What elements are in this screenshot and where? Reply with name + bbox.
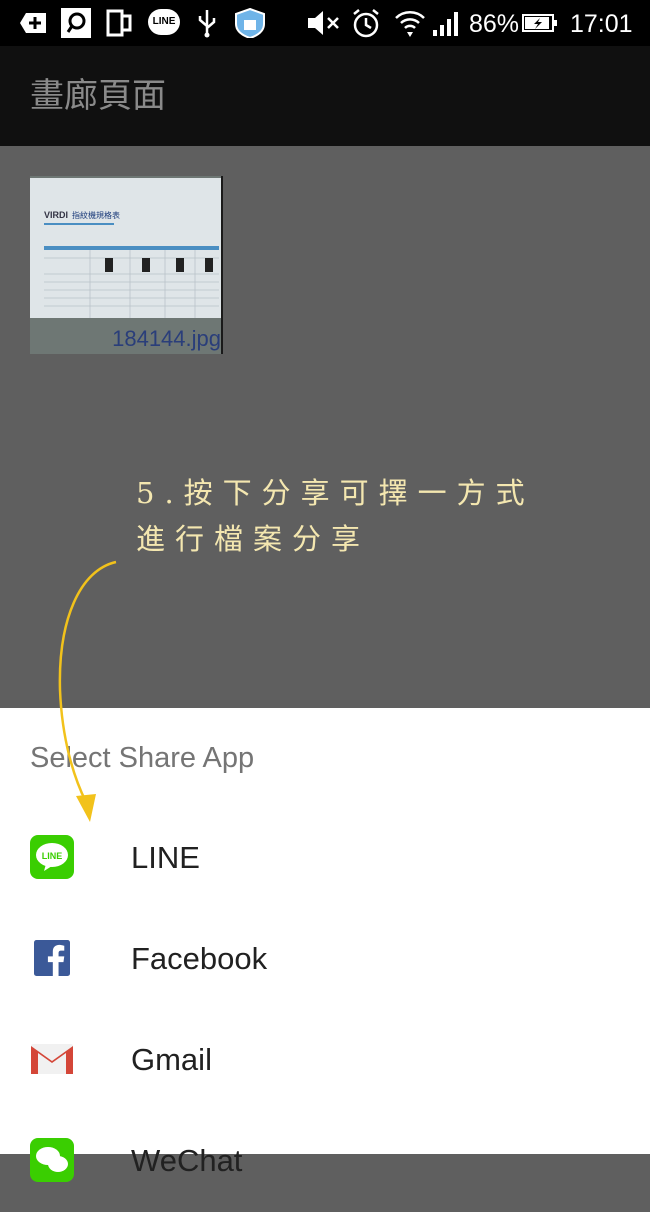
alarm-icon [353, 9, 379, 38]
share-option-wechat[interactable]: WeChat [0, 1112, 650, 1212]
share-option-line[interactable]: LINE LINE [0, 809, 650, 909]
clock: 17:01 [570, 10, 633, 38]
status-bar: LINE 86% 17:01 [0, 0, 650, 46]
line-badge-icon: LINE [148, 9, 180, 35]
thumbnail-image: VIRDI 指紋機規格表 [30, 178, 221, 318]
annotation-line-1: 5.按下分享可擇一方式 [136, 476, 535, 510]
wifi-icon [395, 11, 425, 37]
line-icon-text: LINE [42, 851, 63, 861]
thumbnail-filename: 184144.jpg [112, 326, 221, 351]
spec-sheet-preview: VIRDI 指紋機規格表 [30, 178, 221, 318]
share-option-gmail[interactable]: Gmail [0, 1011, 650, 1111]
gallery-thumbnail[interactable]: VIRDI 指紋機規格表 184144.jpg [30, 176, 223, 354]
battery-charging-icon [522, 14, 557, 32]
security-shield-icon [235, 8, 265, 38]
signal-icon [433, 12, 458, 36]
share-option-label: LINE [131, 840, 200, 875]
gmail-icon [31, 1044, 73, 1074]
page-title: 畫廊頁面 [30, 76, 166, 116]
mute-icon [308, 11, 339, 35]
search-app-icon [61, 8, 91, 38]
line-icon: LINE [30, 835, 74, 879]
tutorial-annotation: 5.按下分享可擇一方式 進行檔案分享 [136, 470, 616, 562]
thumbnail-edge [221, 176, 223, 354]
share-sheet: Select Share App LINE LINE Facebook Gmai… [0, 708, 650, 1182]
facebook-icon [34, 940, 70, 976]
annotation-line-2: 進行檔案分享 [136, 522, 371, 556]
share-option-label: WeChat [131, 1143, 243, 1178]
doc-brand: VIRDI [44, 210, 68, 220]
share-option-label: Facebook [131, 941, 268, 976]
action-bar: 畫廊頁面 [0, 46, 650, 146]
wechat-icon [30, 1138, 74, 1182]
add-notification-icon [20, 13, 46, 33]
share-sheet-title: Select Share App [30, 742, 255, 774]
share-option-label: Gmail [131, 1042, 212, 1077]
share-option-facebook[interactable]: Facebook [0, 910, 650, 1010]
doc-title: 指紋機規格表 [72, 210, 120, 220]
battery-percent: 86% [469, 10, 520, 38]
usb-icon [198, 10, 216, 38]
device-rotate-icon [106, 9, 132, 37]
